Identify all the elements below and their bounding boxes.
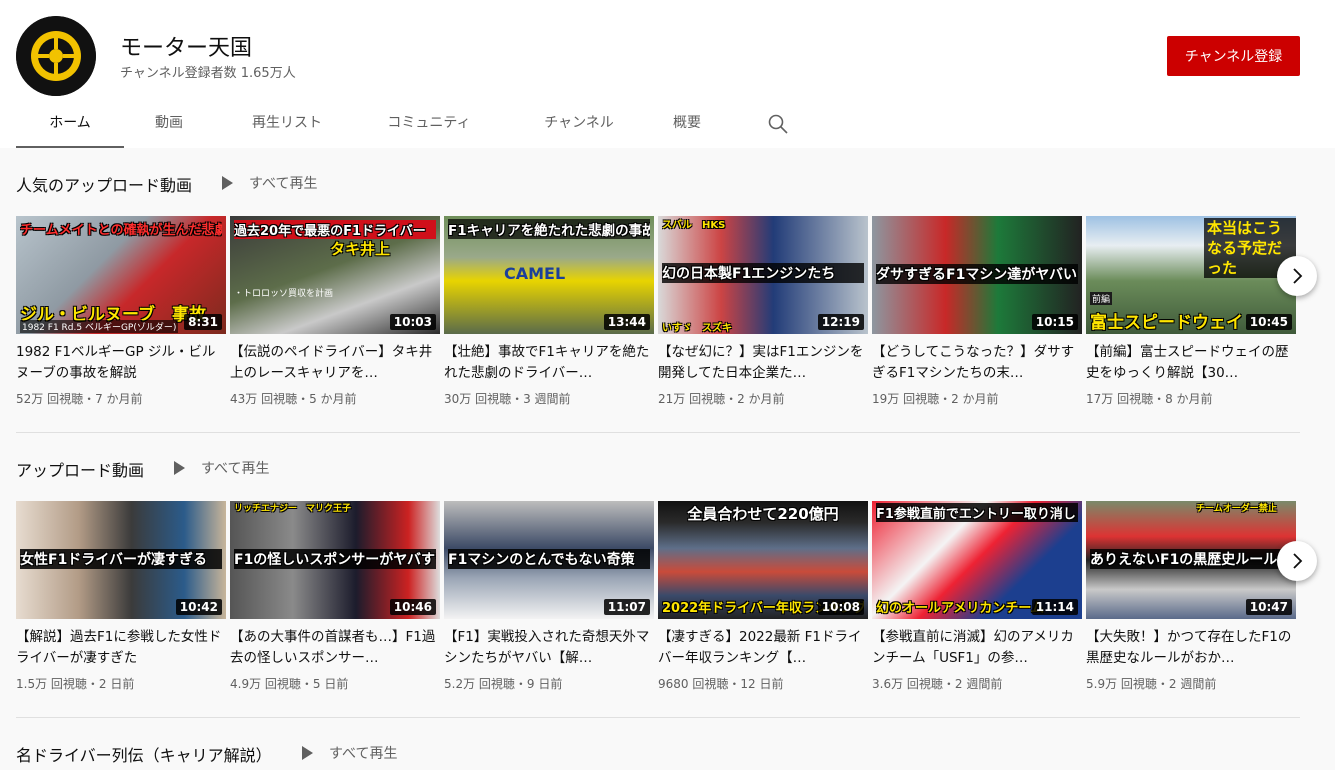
tab-playlists[interactable]: 再生リスト xyxy=(234,100,340,148)
video-thumbnail[interactable]: チームオーダー禁止 ありえないF1の黒歴史ルール 10:47 xyxy=(1086,501,1296,619)
section-divider xyxy=(16,432,1300,433)
video-meta: 43万 回視聴・5 か月前 xyxy=(230,392,357,406)
video-title[interactable]: 【凄すぎる】2022最新 F1ドライバー年収ランキング【… xyxy=(658,627,868,669)
subscribe-button[interactable]: チャンネル登録 xyxy=(1167,36,1300,76)
video-meta: 3.6万 回視聴・2 週間前 xyxy=(872,677,1003,691)
video-thumbnail[interactable]: F1キャリアを絶たれた悲劇の事故 CAMEL 13:44 xyxy=(444,216,654,334)
subscriber-count: チャンネル登録者数 1.65万人 xyxy=(120,66,296,81)
tab-community[interactable]: コミュニティ xyxy=(374,100,484,148)
play-icon xyxy=(174,461,185,475)
video-meta: 5.2万 回視聴・9 日前 xyxy=(444,677,563,691)
video-title[interactable]: 【なぜ幻に？】実はF1エンジンを開発してた日本企業た… xyxy=(658,342,868,384)
video-duration: 10:47 xyxy=(1245,599,1292,615)
tab-home[interactable]: ホーム xyxy=(16,100,124,148)
video-meta: 9680 回視聴・12 日前 xyxy=(658,677,784,691)
section-divider xyxy=(16,717,1300,718)
video-thumbnail[interactable]: リッチエナジー マリク王子 F1の怪しいスポンサーがヤバすぎる 10:46 xyxy=(230,501,440,619)
tab-about[interactable]: 概要 xyxy=(662,100,712,148)
video-meta: 4.9万 回視聴・5 日前 xyxy=(230,677,349,691)
play-icon xyxy=(222,176,233,190)
video-thumbnail[interactable]: チームメイトとの確執が生んだ悲劇 ジル・ビルヌーブ 事故 1982 F1 Rd.… xyxy=(16,216,226,334)
motor-tengoku-logo-icon xyxy=(16,16,96,96)
thumbnail-headline: CAMEL xyxy=(504,264,566,283)
video-title[interactable]: 【前編】富士スピードウェイの歴史をゆっくり解説【30… xyxy=(1086,342,1296,384)
thumbnail-headline: 幻の日本製F1エンジンたち xyxy=(662,263,864,283)
video-meta: 1.5万 回視聴・2 日前 xyxy=(16,677,135,691)
video-duration: 10:45 xyxy=(1245,314,1292,330)
thumbnail-headline: 女性F1ドライバーが凄すぎる xyxy=(20,549,222,569)
channel-name: モーター天国 xyxy=(120,36,253,61)
thumbnail-text: リッチエナジー マリク王子 xyxy=(234,504,352,514)
video-title[interactable]: 【解説】過去F1に参戦した女性ドライバーが凄すぎた xyxy=(16,627,226,669)
chevron-right-icon xyxy=(1293,268,1303,284)
video-title[interactable]: 【どうしてこうなった？】ダサすぎるF1マシンたちの末… xyxy=(872,342,1082,384)
thumbnail-headline: F1の怪しいスポンサーがヤバすぎる xyxy=(234,549,436,569)
section-title-uploads: アップロード動画 xyxy=(16,461,145,480)
chevron-right-icon xyxy=(1293,553,1303,569)
video-title[interactable]: 【あの大事件の首謀者も…】F1過去の怪しいスポンサー… xyxy=(230,627,440,669)
thumbnail-headline: ありえないF1の黒歴史ルール xyxy=(1090,549,1292,569)
thumbnail-caption: 1982 F1 Rd.5 ベルギーGP(ゾルダー) xyxy=(20,320,179,333)
video-title[interactable]: 【大失敗！】かつて存在したF1の黒歴史なルールがおか… xyxy=(1086,627,1296,669)
video-duration: 10:46 xyxy=(389,599,436,615)
section-title-popular: 人気のアップロード動画 xyxy=(16,176,193,195)
thumbnail-text: 全員合わせて220億円 xyxy=(687,505,839,523)
play-all-driver-biographies[interactable]: すべて再生 xyxy=(302,743,397,763)
play-all-popular[interactable]: すべて再生 xyxy=(222,173,317,193)
video-thumbnail[interactable]: 全員合わせて220億円 2022年ドライバー年収ランキング 10:08 xyxy=(658,501,868,619)
video-title[interactable]: 1982 F1ベルギーGP ジル・ビルヌーブの事故を解説 xyxy=(16,342,226,384)
thumbnail-caption: ・トロロッソ買収を計画 xyxy=(234,289,334,299)
tab-videos[interactable]: 動画 xyxy=(134,100,204,148)
video-thumbnail[interactable]: F1参戦直前でエントリー取り消し 幻のオールアメリカンチーム 11:14 xyxy=(872,501,1082,619)
search-icon[interactable] xyxy=(766,112,790,136)
carousel-next-button[interactable] xyxy=(1277,541,1317,581)
video-meta: 5.9万 回視聴・2 週間前 xyxy=(1086,677,1217,691)
section-title-driver-biographies: 名ドライバー列伝（キャリア解説） xyxy=(16,746,272,765)
thumbnail-headline: タキ井上 xyxy=(330,240,391,258)
play-all-label: すべて再生 xyxy=(249,176,318,192)
video-meta: 21万 回視聴・2 か月前 xyxy=(658,392,785,406)
channel-header: モーター天国 チャンネル登録者数 1.65万人 チャンネル登録 ホーム 動画 再… xyxy=(0,0,1335,148)
thumbnail-text: 過去20年で最悪のF1ドライバー xyxy=(234,220,436,239)
video-duration: 11:07 xyxy=(603,599,650,615)
channel-avatar[interactable] xyxy=(16,16,96,96)
thumbnail-text: チームメイトとの確執が生んだ悲劇 xyxy=(20,223,222,238)
thumbnail-caption: 前編 xyxy=(1090,292,1113,305)
video-meta: 17万 回視聴・8 か月前 xyxy=(1086,392,1213,406)
thumbnail-text: F1参戦直前でエントリー取り消し xyxy=(876,503,1078,522)
video-thumbnail[interactable]: ダサすぎるF1マシン達がヤバい 10:15 xyxy=(872,216,1082,334)
video-duration: 13:44 xyxy=(603,314,650,330)
tab-channels[interactable]: チャンネル xyxy=(524,100,634,148)
thumbnail-headline: F1マシンのとんでもない奇策 xyxy=(448,549,650,569)
play-all-label: すべて再生 xyxy=(201,461,270,477)
video-title[interactable]: 【参戦直前に消滅】幻のアメリカンチーム「USF1」の参… xyxy=(872,627,1082,669)
video-duration: 10:15 xyxy=(1031,314,1078,330)
video-thumbnail[interactable]: スバル HKS 幻の日本製F1エンジンたち いすゞ スズキ 12:19 xyxy=(658,216,868,334)
video-thumbnail[interactable]: 女性F1ドライバーが凄すぎる 10:42 xyxy=(16,501,226,619)
video-duration: 11:14 xyxy=(1031,599,1078,615)
video-meta: 19万 回視聴・2 か月前 xyxy=(872,392,999,406)
video-title[interactable]: 【壮絶】事故でF1キャリアを絶たれた悲劇のドライバー… xyxy=(444,342,654,384)
video-thumbnail[interactable]: F1マシンのとんでもない奇策 11:07 xyxy=(444,501,654,619)
video-thumbnail[interactable]: 本当はこうなる予定だった 富士スピードウェイ 前編 10:45 xyxy=(1086,216,1296,334)
play-all-label: すべて再生 xyxy=(329,746,398,762)
video-duration: 10:42 xyxy=(175,599,222,615)
video-duration: 8:31 xyxy=(184,314,222,330)
video-thumbnail[interactable]: 過去20年で最悪のF1ドライバー タキ井上 ・トロロッソ買収を計画 10:03 xyxy=(230,216,440,334)
video-title[interactable]: 【伝説のペイドライバー】タキ井上のレースキャリアを… xyxy=(230,342,440,384)
video-meta: 52万 回視聴・7 か月前 xyxy=(16,392,143,406)
video-meta: 30万 回視聴・3 週間前 xyxy=(444,392,571,406)
video-title[interactable]: 【F1】実戦投入された奇想天外マシンたちがヤバい【解… xyxy=(444,627,654,669)
video-duration: 10:03 xyxy=(389,314,436,330)
thumbnail-text: チームオーダー禁止 xyxy=(1196,504,1277,514)
play-icon xyxy=(302,746,313,760)
thumbnail-text: F1キャリアを絶たれた悲劇の事故 xyxy=(448,219,650,239)
carousel-next-button[interactable] xyxy=(1277,256,1317,296)
play-all-uploads[interactable]: すべて再生 xyxy=(174,458,269,478)
thumbnail-headline: ダサすぎるF1マシン達がヤバい xyxy=(876,264,1078,284)
thumbnail-text: スバル HKS xyxy=(662,220,726,231)
video-duration: 12:19 xyxy=(817,314,864,330)
video-duration: 10:08 xyxy=(817,599,864,615)
